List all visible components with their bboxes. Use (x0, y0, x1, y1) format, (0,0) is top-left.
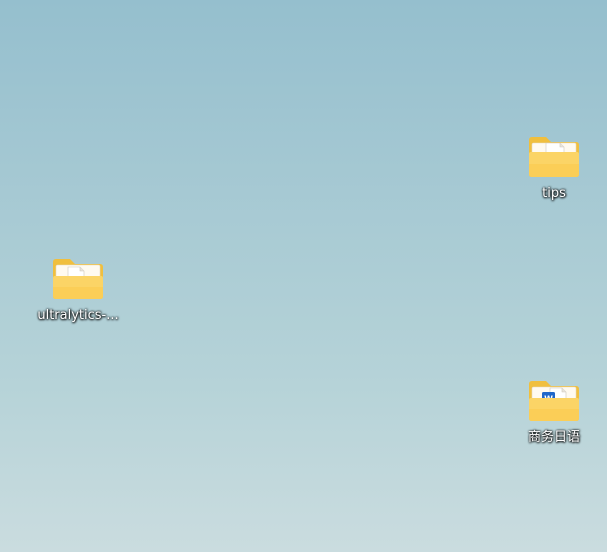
desktop-icon-ultralytics[interactable]: ultralytics-... (30, 256, 126, 324)
desktop-icon-business-japanese[interactable]: W 商务日语 (506, 378, 602, 446)
desktop-icon-label: tips (542, 186, 566, 201)
folder-icon (50, 256, 106, 302)
folder-icon: W (526, 378, 582, 424)
desktop-icon-label: ultralytics-... (37, 308, 119, 323)
desktop-icon-tips[interactable]: tips (506, 134, 602, 202)
folder-icon (526, 134, 582, 180)
desktop: tips ultralytics-... W (0, 0, 607, 552)
desktop-icon-label: 商务日语 (527, 430, 580, 445)
